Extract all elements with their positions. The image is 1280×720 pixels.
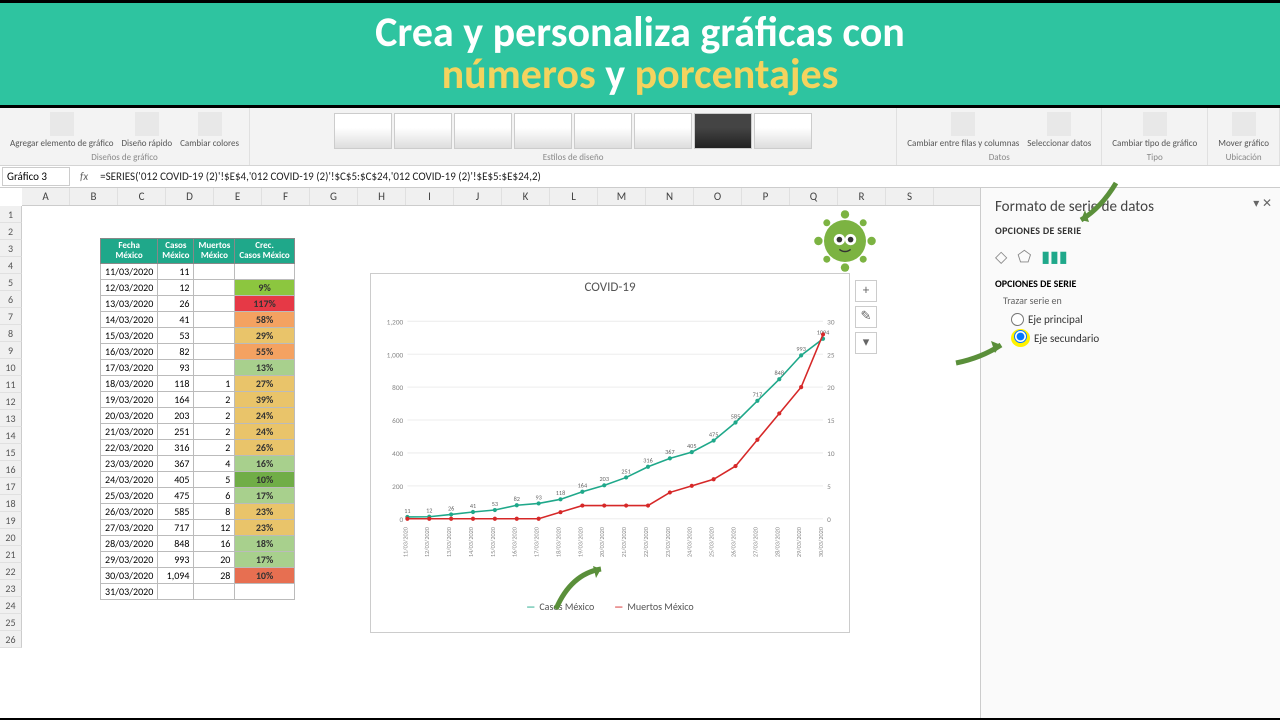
svg-text:26/03/2020: 26/03/2020 bbox=[730, 527, 738, 557]
svg-text:19/03/2020: 19/03/2020 bbox=[576, 527, 584, 557]
chart-plot-area[interactable]: 0 200 400 600 800 1,000 1,200 0 5 10 15 20 25 30 11/03… bbox=[371, 301, 849, 591]
data-table[interactable]: FechaMéxicoCasosMéxicoMuertosMéxicoCrec.… bbox=[100, 238, 295, 600]
svg-text:10: 10 bbox=[827, 449, 835, 458]
svg-text:164: 164 bbox=[578, 482, 588, 490]
svg-text:13/03/2020: 13/03/2020 bbox=[445, 527, 453, 557]
svg-text:82: 82 bbox=[514, 495, 520, 503]
svg-text:20/03/2020: 20/03/2020 bbox=[598, 527, 606, 557]
svg-text:1,200: 1,200 bbox=[387, 317, 404, 326]
svg-text:23/03/2020: 23/03/2020 bbox=[664, 527, 672, 557]
change-chart-type-button[interactable]: Cambiar tipo de gráfico bbox=[1108, 110, 1201, 151]
series-options-icon[interactable]: ▮▮▮ bbox=[1041, 247, 1067, 267]
chart-elements-button[interactable]: + bbox=[855, 280, 877, 302]
close-pane-button[interactable]: ▾ ✕ bbox=[1253, 196, 1272, 211]
name-box[interactable] bbox=[2, 167, 70, 186]
svg-text:14/03/2020: 14/03/2020 bbox=[467, 527, 475, 557]
pane-subtitle: OPCIONES DE SERIE bbox=[995, 224, 1266, 237]
effects-icon[interactable]: ⬠ bbox=[1017, 247, 1031, 267]
change-colors-button[interactable]: Cambiar colores bbox=[176, 110, 243, 151]
worksheet[interactable]: ABCDEFGHIJKLMNOPQRS 12345678910111213141… bbox=[0, 188, 980, 718]
title-banner: Crea y personaliza gráficas con números … bbox=[0, 0, 1280, 108]
chart-object[interactable]: COVID-19 0 200 400 600 800 1,000 1,200 0 5 10 15 20… bbox=[370, 273, 850, 633]
svg-text:800: 800 bbox=[392, 383, 403, 392]
svg-text:29/03/2020: 29/03/2020 bbox=[795, 527, 803, 557]
svg-text:18/03/2020: 18/03/2020 bbox=[555, 527, 563, 557]
svg-text:993: 993 bbox=[796, 345, 805, 353]
svg-text:585: 585 bbox=[731, 412, 740, 420]
svg-text:367: 367 bbox=[665, 448, 674, 456]
chart-filters-button[interactable]: ▾ bbox=[855, 332, 877, 354]
svg-text:20: 20 bbox=[827, 383, 835, 392]
svg-text:118: 118 bbox=[556, 489, 565, 497]
format-pane: ▾ ✕ Formato de serie de datos OPCIONES D… bbox=[980, 188, 1280, 718]
svg-text:251: 251 bbox=[621, 467, 630, 475]
primary-axis-radio[interactable]: Eje principal bbox=[1011, 313, 1266, 326]
switch-row-col-button[interactable]: Cambiar entre filas y columnas bbox=[903, 110, 1023, 151]
svg-text:26: 26 bbox=[448, 504, 454, 512]
svg-text:24/03/2020: 24/03/2020 bbox=[686, 527, 694, 557]
column-headers[interactable]: ABCDEFGHIJKLMNOPQRS bbox=[22, 188, 980, 206]
svg-text:0: 0 bbox=[400, 515, 404, 524]
svg-text:600: 600 bbox=[392, 416, 403, 425]
svg-text:15/03/2020: 15/03/2020 bbox=[489, 527, 497, 557]
svg-text:16/03/2020: 16/03/2020 bbox=[511, 527, 519, 557]
banner-line2: números y porcentajes bbox=[442, 54, 839, 96]
svg-text:11/03/2020: 11/03/2020 bbox=[401, 527, 409, 557]
svg-text:21/03/2020: 21/03/2020 bbox=[620, 527, 628, 557]
pane-title: Formato de serie de datos bbox=[995, 198, 1266, 216]
move-chart-button[interactable]: Mover gráfico bbox=[1214, 110, 1273, 151]
svg-text:0: 0 bbox=[827, 515, 831, 524]
svg-text:200: 200 bbox=[392, 482, 403, 491]
select-data-button[interactable]: Seleccionar datos bbox=[1023, 110, 1095, 151]
svg-text:203: 203 bbox=[600, 475, 609, 483]
chart-title[interactable]: COVID-19 bbox=[371, 274, 849, 301]
svg-text:53: 53 bbox=[492, 500, 498, 508]
svg-text:22/03/2020: 22/03/2020 bbox=[642, 527, 650, 557]
svg-text:12/03/2020: 12/03/2020 bbox=[423, 527, 431, 557]
formula-bar: fx =SERIES('012 COVID-19 (2)'!$E$4,'012 … bbox=[0, 166, 1280, 188]
chart-styles-gallery[interactable] bbox=[332, 111, 814, 151]
chart-legend[interactable]: Casos México Muertos México bbox=[371, 600, 849, 613]
svg-text:30/03/2020: 30/03/2020 bbox=[817, 527, 825, 557]
svg-text:28/03/2020: 28/03/2020 bbox=[773, 527, 781, 557]
svg-text:1,000: 1,000 bbox=[387, 350, 404, 359]
formula-text[interactable]: =SERIES('012 COVID-19 (2)'!$E$4,'012 COV… bbox=[96, 170, 1280, 183]
svg-text:11: 11 bbox=[404, 507, 410, 515]
svg-text:41: 41 bbox=[470, 502, 476, 510]
svg-text:316: 316 bbox=[643, 457, 652, 465]
virus-icon bbox=[810, 206, 880, 276]
secondary-axis-radio[interactable]: Eje secundario bbox=[1011, 329, 1266, 347]
ribbon: Agregar elemento de gráfico Diseño rápid… bbox=[0, 108, 1280, 166]
svg-text:475: 475 bbox=[709, 430, 718, 438]
svg-text:848: 848 bbox=[775, 369, 784, 377]
svg-text:17/03/2020: 17/03/2020 bbox=[533, 527, 541, 557]
svg-text:25: 25 bbox=[827, 350, 835, 359]
svg-text:400: 400 bbox=[392, 449, 403, 458]
svg-text:717: 717 bbox=[753, 391, 762, 399]
svg-text:30: 30 bbox=[827, 317, 835, 326]
banner-line1: Crea y personaliza gráficas con bbox=[375, 12, 905, 54]
row-headers[interactable]: 1234567891011121314151617181920212223242… bbox=[0, 206, 22, 648]
svg-text:405: 405 bbox=[687, 442, 696, 450]
svg-text:27/03/2020: 27/03/2020 bbox=[751, 527, 759, 557]
svg-text:93: 93 bbox=[535, 493, 541, 501]
svg-text:5: 5 bbox=[827, 482, 831, 491]
quick-layout-button[interactable]: Diseño rápido bbox=[117, 110, 176, 151]
chart-styles-button[interactable]: ✎ bbox=[855, 306, 877, 328]
add-chart-element-button[interactable]: Agregar elemento de gráfico bbox=[6, 110, 117, 151]
svg-text:15: 15 bbox=[827, 416, 835, 425]
svg-text:12: 12 bbox=[426, 507, 432, 515]
fx-label: fx bbox=[72, 170, 96, 183]
svg-text:25/03/2020: 25/03/2020 bbox=[708, 527, 716, 557]
fill-icon[interactable]: ◇ bbox=[995, 247, 1007, 267]
